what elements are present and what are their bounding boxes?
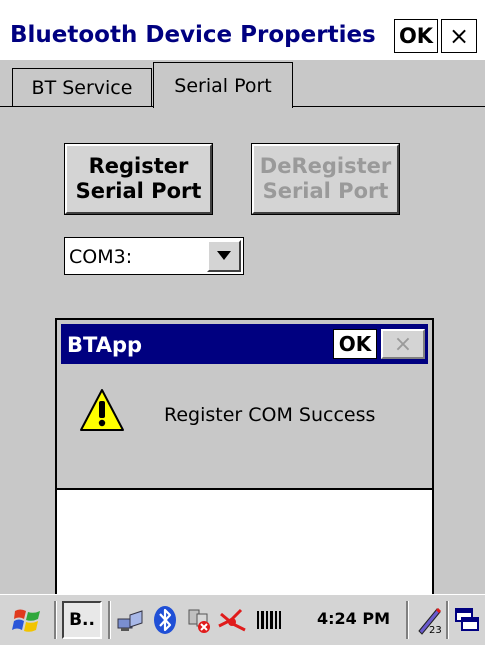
dialog-close-button[interactable]: × [381,329,425,359]
chevron-down-icon [217,251,231,260]
tab-bt-service[interactable]: BT Service [12,68,152,106]
signal-icon[interactable] [216,603,250,637]
dialog-title: BTApp [67,333,143,357]
taskbar-separator [446,601,449,639]
taskbar-separator [54,601,57,639]
tab-serial-port[interactable]: Serial Port [153,62,293,108]
svg-text:23: 23 [429,625,442,635]
dialog-titlebar: BTApp OK × [61,324,428,364]
register-serial-port-button[interactable]: Register Serial Port [64,143,213,215]
register-label-line2: Serial Port [75,179,202,203]
active-tab-gap [154,106,292,108]
task-button-bluetooth[interactable]: B.. [62,601,102,639]
window-switch-icon[interactable] [452,603,482,637]
tab-serial-port-label: Serial Port [174,74,272,97]
window-titlebar: Bluetooth Device Properties OK × [0,0,485,61]
deregister-serial-port-button[interactable]: DeRegister Serial Port [251,143,400,215]
deregister-label-line1: DeRegister [259,154,392,178]
close-button[interactable]: × [441,19,477,53]
network-icon[interactable] [114,603,148,637]
register-label-line1: Register [88,154,189,178]
com-port-select[interactable]: COM3: [64,237,244,275]
input-method-icon[interactable]: 23 [414,603,444,637]
no-connection-icon[interactable] [184,603,214,637]
message-dialog: BTApp OK × Register COM Success [55,318,434,490]
bluetooth-icon[interactable] [150,603,180,637]
window-title: Bluetooth Device Properties [10,22,376,48]
dialog-message: Register COM Success [164,404,376,426]
task-button-label: B.. [69,610,95,630]
blank-area [55,490,434,594]
taskbar-separator [108,601,111,639]
com-port-dropdown-button[interactable] [207,240,241,272]
dialog-ok-button[interactable]: OK [333,329,377,359]
deregister-label-line2: Serial Port [262,179,389,203]
tab-bt-service-label: BT Service [31,76,133,99]
ok-button[interactable]: OK [394,19,438,53]
start-icon[interactable] [8,603,48,637]
barcode-icon[interactable] [254,603,284,637]
taskbar: B.. 4:24 PM 23 [0,594,485,645]
taskbar-separator [406,601,409,639]
clock[interactable]: 4:24 PM [317,609,390,628]
com-port-value: COM3: [69,246,133,268]
warning-icon [80,389,124,431]
